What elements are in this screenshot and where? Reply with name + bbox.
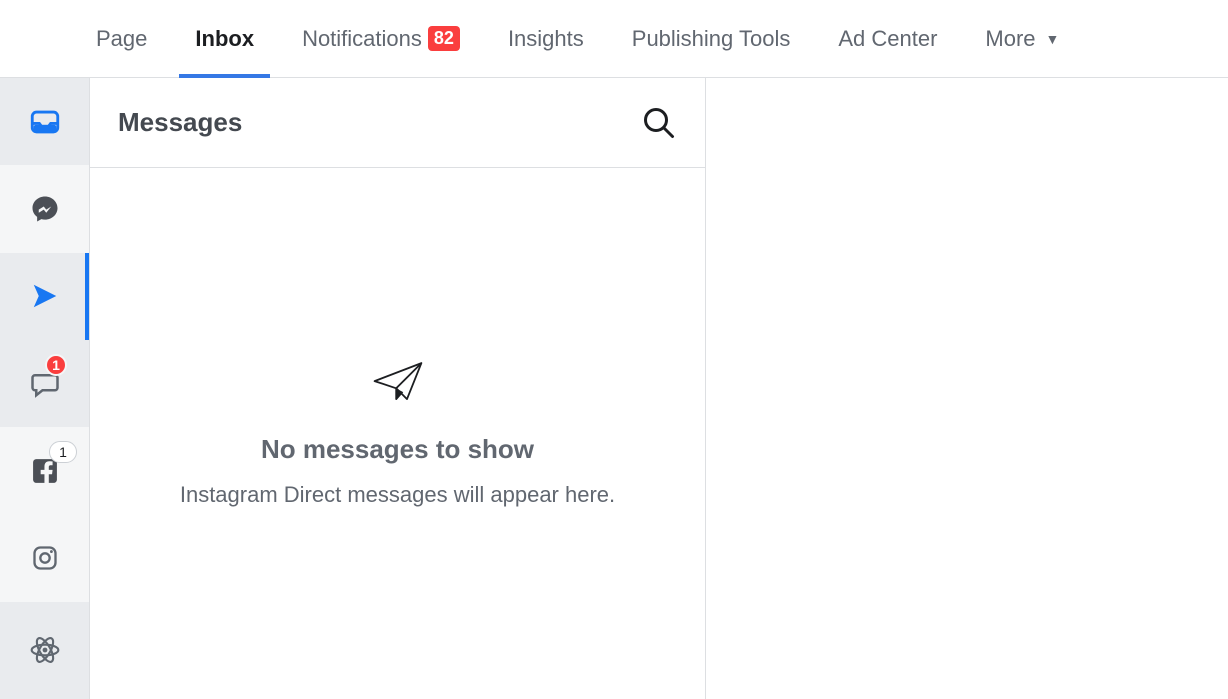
messenger-icon — [30, 194, 60, 224]
nav-notifications[interactable]: Notifications 82 — [278, 0, 484, 78]
inbox-tray-icon — [28, 105, 62, 139]
chevron-down-icon: ▼ — [1046, 31, 1060, 47]
search-icon[interactable] — [641, 105, 677, 141]
top-nav: Page Inbox Notifications 82 Insights Pub… — [0, 0, 1228, 78]
empty-state: No messages to show Instagram Direct mes… — [90, 168, 705, 699]
nav-notifications-label: Notifications — [302, 26, 422, 52]
left-sidebar: 1 1 — [0, 78, 90, 699]
main-area: 1 1 — [0, 78, 1228, 699]
sidebar-item-all-messages[interactable] — [0, 78, 89, 165]
messages-header: Messages — [90, 78, 705, 168]
instagram-icon — [31, 544, 59, 572]
atom-icon — [29, 634, 61, 666]
paper-plane-outline-icon — [371, 358, 425, 406]
messages-pane: Messages No messages to show Instagram D… — [90, 78, 706, 699]
empty-subtitle: Instagram Direct messages will appear he… — [180, 479, 615, 511]
sidebar-item-instagram[interactable] — [0, 515, 89, 602]
nav-insights[interactable]: Insights — [484, 0, 608, 78]
notifications-badge: 82 — [428, 26, 460, 52]
sidebar-item-messenger[interactable] — [0, 165, 89, 252]
nav-inbox[interactable]: Inbox — [171, 0, 278, 78]
sidebar-item-facebook[interactable]: 1 — [0, 427, 89, 514]
sidebar-item-instagram-direct[interactable] — [0, 253, 89, 340]
conversation-pane — [706, 78, 1228, 699]
empty-title: No messages to show — [261, 434, 534, 465]
comments-badge: 1 — [45, 354, 67, 376]
messages-title: Messages — [118, 107, 242, 138]
nav-more[interactable]: More ▼ — [961, 0, 1083, 78]
sidebar-item-comments[interactable]: 1 — [0, 340, 89, 427]
sidebar-item-automation[interactable] — [0, 602, 89, 699]
facebook-badge: 1 — [49, 441, 77, 463]
paper-plane-icon — [30, 281, 60, 311]
nav-page[interactable]: Page — [72, 0, 171, 78]
nav-ad-center[interactable]: Ad Center — [814, 0, 961, 78]
facebook-icon — [32, 458, 58, 484]
nav-publishing-tools[interactable]: Publishing Tools — [608, 0, 815, 78]
nav-more-label: More — [985, 26, 1035, 52]
